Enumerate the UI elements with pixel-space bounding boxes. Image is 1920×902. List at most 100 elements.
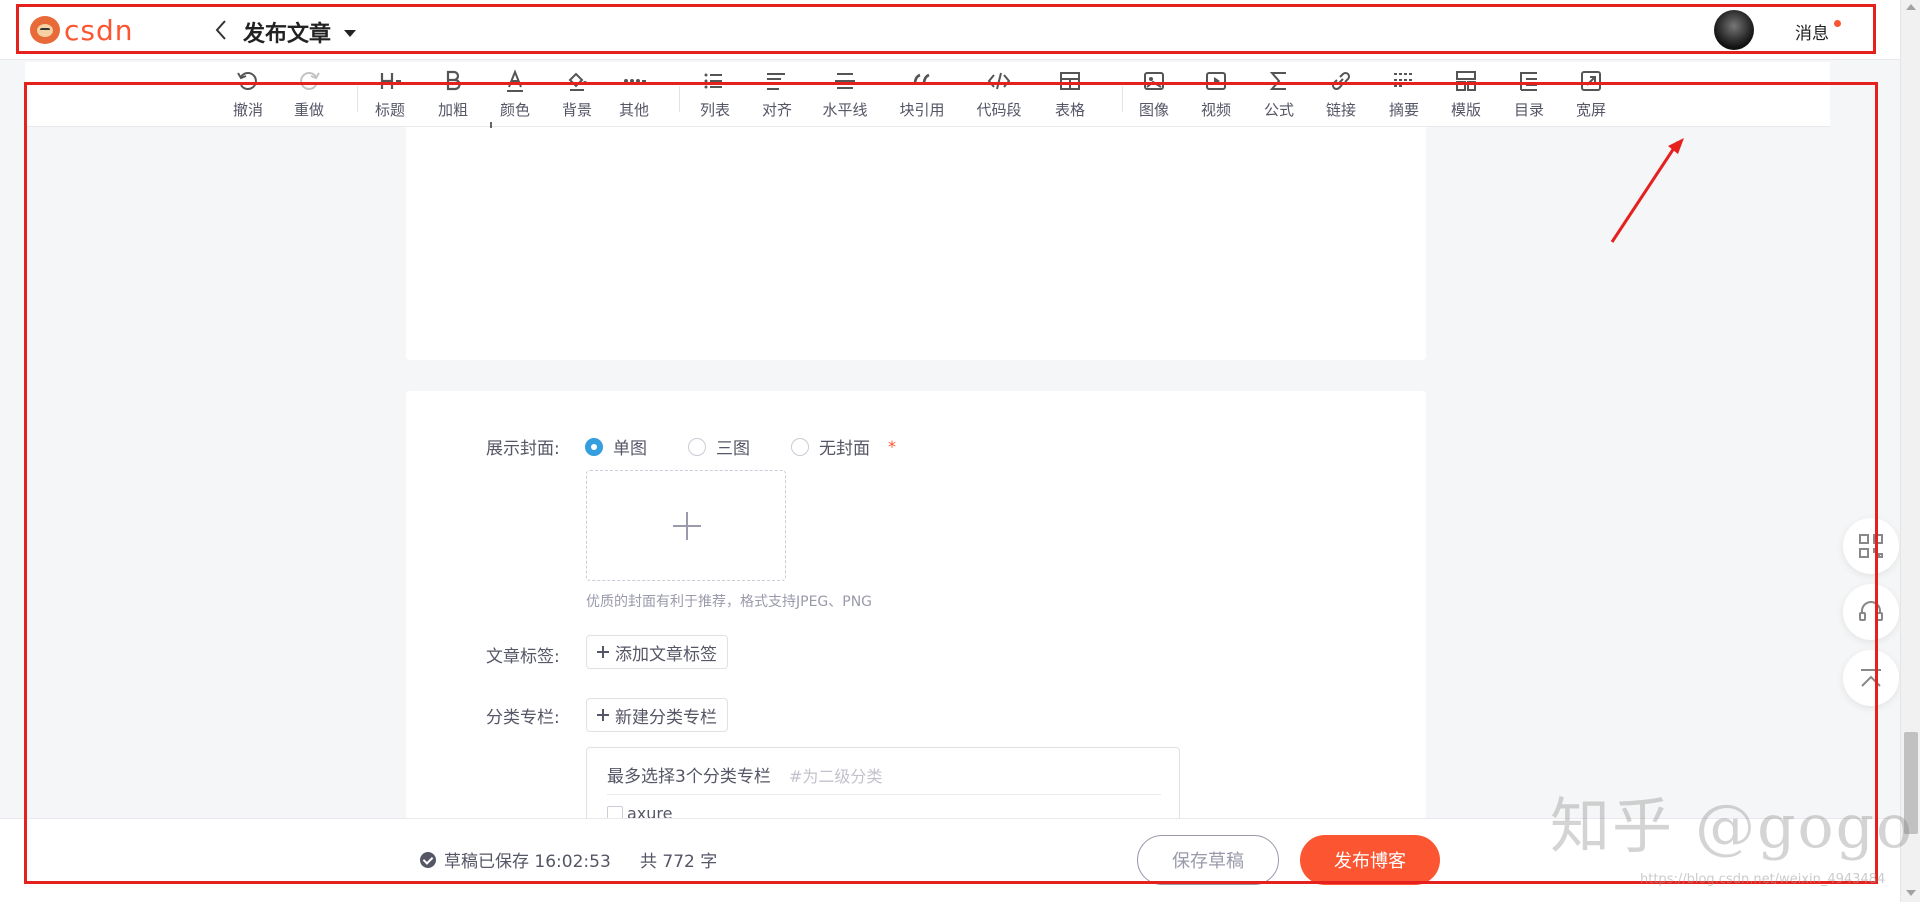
toolbar-label: 对齐 (761, 101, 792, 119)
top-bar: csdn 发布文章 消息 (0, 0, 1900, 60)
toolbar-template-button[interactable]: 模版 (1438, 66, 1494, 124)
toolbar-label: 背景 (561, 101, 592, 119)
toolbar-undo-button[interactable]: 撤消 (220, 66, 276, 124)
plus-icon (673, 512, 701, 540)
page-title[interactable]: 发布文章 (243, 16, 331, 48)
toolbar-bold-button[interactable]: 加粗 (425, 66, 481, 124)
radio-checked-icon (585, 437, 603, 456)
title-dropdown-icon[interactable] (344, 30, 356, 37)
cover-option-none-label: 无封面 (819, 439, 870, 459)
toolbar-label: 水平线 (822, 101, 868, 119)
toolbar-label: 撤消 (232, 101, 263, 119)
scroll-thumb[interactable] (1904, 732, 1918, 834)
editor-content-area[interactable] (406, 127, 1426, 360)
cover-upload-box[interactable] (586, 470, 786, 581)
blockquote-icon (913, 73, 930, 85)
editor-toolbar: 撤消 重做 标题 加粗 颜色 背景 其他 列表 对齐 水平线 块引用 代码段 表格 图像 视频 公式 链接 摘要 模… (25, 62, 1830, 127)
toolbar-formula-button[interactable]: 公式 (1251, 66, 1307, 124)
category-label: 分类专栏: (486, 708, 560, 728)
toolbar-font-color-button[interactable]: 颜色 (487, 66, 543, 124)
headset-icon (1859, 601, 1883, 621)
toolbar-link-button[interactable]: 链接 (1313, 66, 1369, 124)
user-avatar[interactable] (1714, 10, 1754, 50)
toolbar-redo-button[interactable]: 重做 (281, 66, 337, 124)
page-scrollbar[interactable] (1900, 0, 1920, 902)
summary-icon (1394, 73, 1414, 87)
add-tag-button-label: 添加文章标签 (615, 644, 717, 665)
publish-footer: 草稿已保存 16:02:53 共 772 字 保存草稿 发布博客 (0, 818, 1900, 902)
category-box-subtitle: #为二级分类 (789, 767, 883, 786)
undo-icon (237, 72, 257, 90)
toolbar-heading-button[interactable]: 标题 (362, 66, 418, 124)
toolbar-toc-button[interactable]: 目录 (1501, 66, 1557, 124)
widescreen-icon (1581, 71, 1601, 91)
tags-label: 文章标签: (486, 647, 560, 667)
monkey-logo-icon (30, 16, 60, 44)
template-icon (1456, 71, 1476, 91)
cover-hint: 优质的封面有利于推荐，格式支持JPEG、PNG (586, 594, 873, 610)
toolbar-label: 标题 (374, 101, 405, 119)
toolbar-separator (679, 86, 680, 112)
toolbar-label: 摘要 (1388, 101, 1419, 119)
toolbar-separator (1122, 86, 1123, 112)
add-tag-button[interactable]: 添加文章标签 (586, 635, 728, 669)
back-to-top-icon (1861, 669, 1881, 687)
toolbar-label: 宽屏 (1575, 101, 1606, 119)
cover-option-single[interactable]: 单图 (585, 434, 647, 459)
logo-text: csdn (64, 13, 134, 47)
image-icon (1144, 72, 1164, 90)
list-icon (704, 73, 722, 89)
toolbar-list-button[interactable]: 列表 (687, 66, 743, 124)
toolbar-label: 其他 (618, 101, 649, 119)
toolbar-blockquote-button[interactable]: 块引用 (894, 66, 950, 124)
qrcode-button[interactable] (1843, 518, 1899, 574)
new-category-button[interactable]: 新建分类专栏 (586, 698, 728, 732)
toolbar-background-color-button[interactable]: 背景 (549, 66, 605, 124)
back-arrow-icon[interactable] (214, 19, 228, 41)
toolbar-code-block-button[interactable]: 代码段 (971, 66, 1027, 124)
more-icon (624, 79, 646, 83)
toolbar-table-button[interactable]: 表格 (1042, 66, 1098, 124)
cover-option-single-label: 单图 (613, 439, 647, 459)
scroll-down-icon[interactable] (1906, 890, 1916, 896)
background-color-icon (568, 72, 587, 91)
font-color-icon (507, 69, 523, 92)
toolbar-label: 颜色 (499, 101, 530, 119)
scroll-up-icon[interactable] (1906, 4, 1916, 10)
save-draft-button[interactable]: 保存草稿 (1137, 835, 1279, 885)
cover-label: 展示封面: (486, 439, 560, 459)
toolbar-separator (357, 86, 358, 112)
new-category-button-label: 新建分类专栏 (615, 707, 717, 728)
unread-dot (1834, 20, 1841, 27)
check-circle-icon (420, 851, 436, 868)
publish-button[interactable]: 发布博客 (1300, 835, 1440, 885)
horizontal-rule-icon (835, 73, 855, 89)
toolbar-summary-button[interactable]: 摘要 (1376, 66, 1432, 124)
toolbar-widescreen-button[interactable]: 宽屏 (1563, 66, 1619, 124)
cover-option-none[interactable]: 无封面 (791, 434, 870, 459)
toolbar-label: 代码段 (976, 101, 1022, 119)
back-to-top-button[interactable] (1843, 650, 1899, 706)
plus-icon (597, 709, 609, 721)
align-icon (767, 73, 785, 90)
messages-link[interactable]: 消息 (1795, 19, 1829, 44)
toolbar-label: 模版 (1450, 101, 1481, 119)
redo-icon (300, 72, 320, 90)
toolbar-horizontal-rule-button[interactable]: 水平线 (817, 66, 873, 124)
table-icon (1060, 72, 1080, 90)
toolbar-video-button[interactable]: 视频 (1188, 66, 1244, 124)
category-box-title: 最多选择3个分类专栏 (607, 767, 771, 787)
toolbar-label: 重做 (293, 101, 324, 119)
toolbar-image-button[interactable]: 图像 (1126, 66, 1182, 124)
formula-icon (1269, 72, 1286, 90)
code-block-icon (987, 72, 1011, 90)
customer-service-button[interactable] (1843, 584, 1899, 640)
video-icon (1206, 72, 1226, 90)
cover-option-three[interactable]: 三图 (688, 434, 750, 459)
toolbar-more-button[interactable]: 其他 (606, 66, 662, 124)
cover-option-three-label: 三图 (716, 439, 750, 459)
toolbar-label: 块引用 (899, 101, 945, 119)
toolbar-label: 视频 (1200, 101, 1231, 119)
csdn-logo[interactable]: csdn (30, 13, 134, 47)
toolbar-align-button[interactable]: 对齐 (749, 66, 805, 124)
